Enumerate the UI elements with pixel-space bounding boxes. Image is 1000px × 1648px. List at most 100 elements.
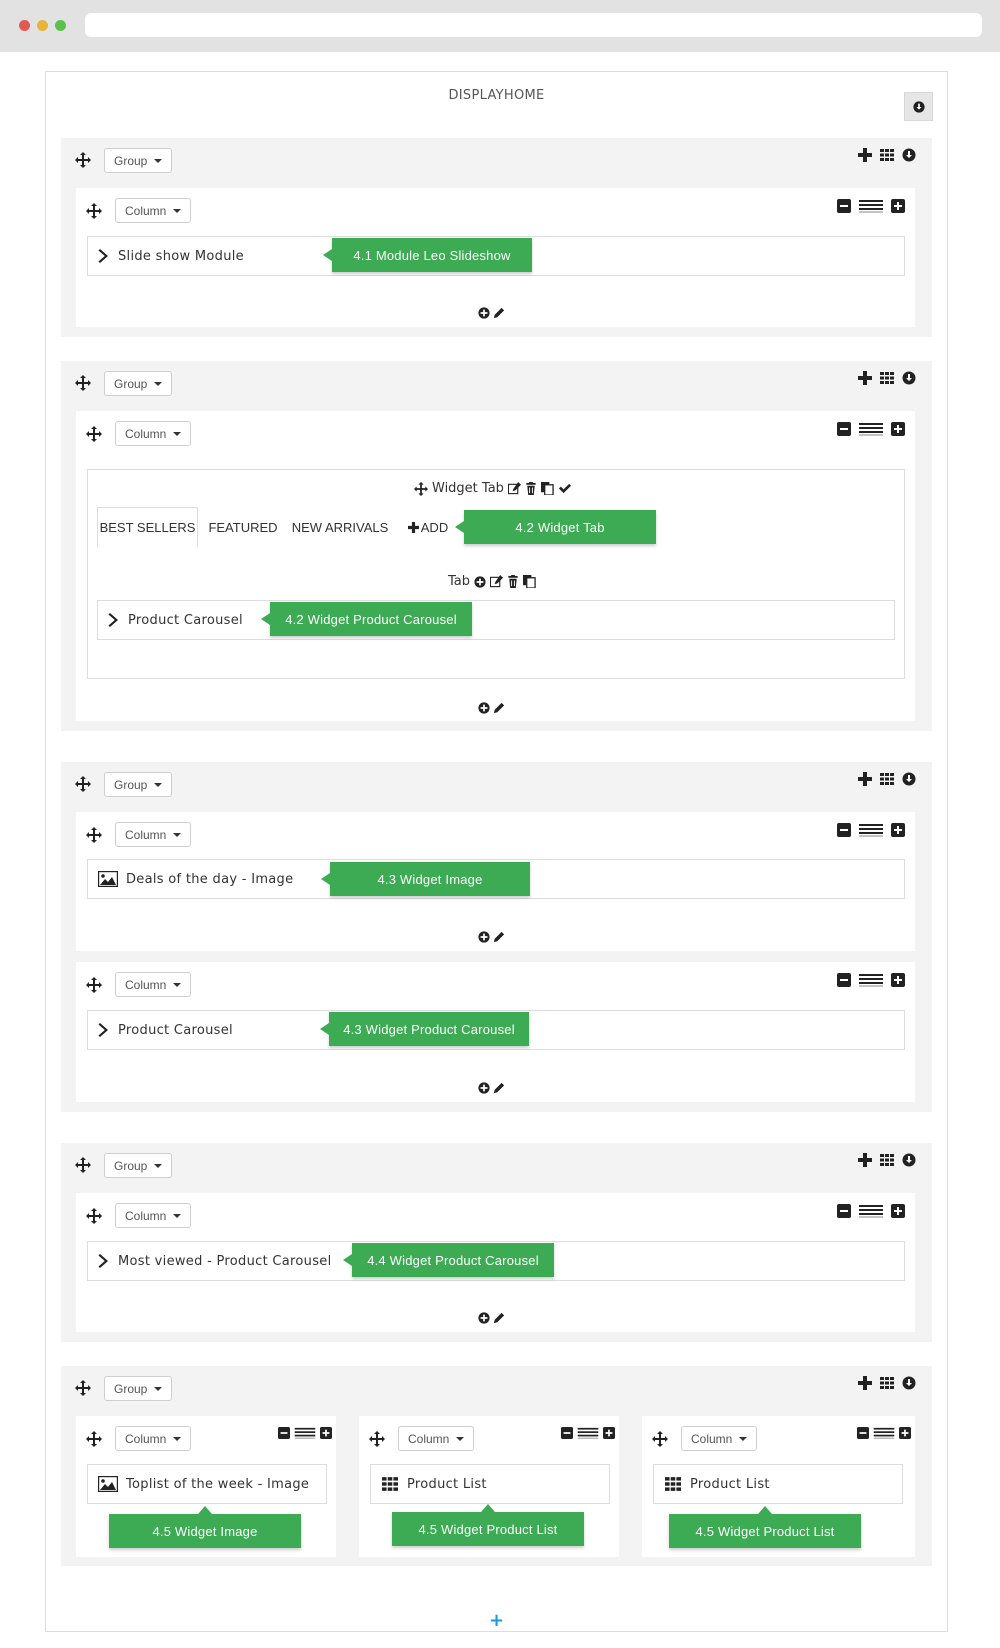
plus-square-icon[interactable]	[899, 1427, 911, 1439]
minus-square-icon[interactable]	[837, 422, 851, 436]
plus-icon[interactable]	[858, 1376, 872, 1390]
plus-square-icon[interactable]	[891, 973, 905, 987]
group-dropdown[interactable]: Group	[104, 148, 173, 173]
copy-icon[interactable]	[523, 575, 536, 588]
module-item[interactable]: Toplist of the week - Image	[87, 1464, 327, 1504]
move-arrows-icon[interactable]	[75, 1380, 91, 1396]
move-arrows-icon[interactable]	[75, 152, 91, 168]
column-dropdown[interactable]: Column	[115, 822, 192, 847]
lines-icon[interactable]	[859, 422, 883, 436]
minus-square-icon[interactable]	[837, 1204, 851, 1218]
column-dropdown[interactable]: Column	[115, 972, 192, 997]
group-toolbar	[858, 772, 916, 786]
trash-icon[interactable]	[507, 575, 519, 588]
plus-circle-icon[interactable]	[474, 576, 486, 588]
group-dropdown-label: Group	[114, 153, 148, 168]
move-arrows-icon[interactable]	[86, 827, 102, 843]
minus-square-icon[interactable]	[837, 823, 851, 837]
address-bar[interactable]	[85, 13, 982, 37]
plus-icon[interactable]	[858, 1153, 872, 1167]
minus-square-icon[interactable]	[561, 1427, 573, 1439]
plus-circle-icon[interactable]	[478, 702, 490, 714]
column-dropdown[interactable]: Column	[115, 198, 192, 223]
move-arrows-icon[interactable]	[75, 375, 91, 391]
column-dropdown[interactable]: Column	[115, 421, 192, 446]
lines-icon[interactable]	[577, 1427, 599, 1439]
move-arrows-icon[interactable]	[86, 977, 102, 993]
circle-down-icon[interactable]	[902, 148, 916, 162]
maximize-window-dot[interactable]	[55, 20, 66, 31]
group-dropdown[interactable]: Group	[104, 1376, 173, 1401]
module-item[interactable]: Product List	[653, 1464, 903, 1504]
grid-icon[interactable]	[880, 148, 894, 162]
circle-down-icon[interactable]	[902, 772, 916, 786]
lines-icon[interactable]	[859, 1204, 883, 1218]
copy-icon[interactable]	[541, 482, 554, 495]
plus-circle-icon[interactable]	[478, 1312, 490, 1324]
plus-icon[interactable]	[858, 772, 872, 786]
add-group-button[interactable]: +	[46, 1610, 947, 1631]
pencil-icon[interactable]	[493, 1312, 505, 1324]
minus-square-icon[interactable]	[837, 973, 851, 987]
plus-icon[interactable]	[858, 371, 872, 385]
plus-square-icon[interactable]	[891, 199, 905, 213]
circle-down-icon[interactable]	[902, 1153, 916, 1167]
trash-icon[interactable]	[525, 482, 537, 495]
close-window-dot[interactable]	[19, 20, 30, 31]
module-item[interactable]: Product Carousel	[97, 600, 895, 640]
tab-featured[interactable]: FEATURED	[200, 507, 286, 547]
plus-square-icon[interactable]	[891, 1204, 905, 1218]
plus-square-icon[interactable]	[891, 823, 905, 837]
move-arrows-icon[interactable]	[86, 203, 102, 219]
pencil-icon[interactable]	[493, 702, 505, 714]
lines-icon[interactable]	[859, 973, 883, 987]
pencil-icon[interactable]	[493, 931, 505, 943]
plus-circle-icon[interactable]	[478, 931, 490, 943]
grid-icon[interactable]	[880, 1376, 894, 1390]
group-dropdown[interactable]: Group	[104, 772, 173, 797]
column-dropdown[interactable]: Column	[681, 1426, 758, 1451]
group-dropdown[interactable]: Group	[104, 1153, 173, 1178]
plus-square-icon[interactable]	[603, 1427, 615, 1439]
move-arrows-icon[interactable]	[86, 1208, 102, 1224]
minus-square-icon[interactable]	[857, 1427, 869, 1439]
column-dropdown[interactable]: Column	[115, 1426, 192, 1451]
column-dropdown[interactable]: Column	[115, 1203, 192, 1228]
move-arrows-icon[interactable]	[414, 482, 428, 496]
circle-down-icon[interactable]	[902, 1376, 916, 1390]
hook-toggle-button[interactable]	[904, 92, 933, 121]
move-arrows-icon[interactable]	[369, 1431, 385, 1447]
edit-icon[interactable]	[508, 482, 521, 495]
move-arrows-icon[interactable]	[86, 426, 102, 442]
move-arrows-icon[interactable]	[652, 1431, 668, 1447]
move-arrows-icon[interactable]	[86, 1431, 102, 1447]
plus-square-icon[interactable]	[320, 1427, 332, 1439]
pencil-icon[interactable]	[493, 1082, 505, 1094]
grid-icon[interactable]	[880, 371, 894, 385]
module-item[interactable]: Product List	[370, 1464, 610, 1504]
edit-icon[interactable]	[490, 575, 503, 588]
check-icon[interactable]	[558, 482, 571, 495]
minus-square-icon[interactable]	[837, 199, 851, 213]
move-arrows-icon[interactable]	[75, 1157, 91, 1173]
column-dropdown[interactable]: Column	[398, 1426, 475, 1451]
plus-circle-icon[interactable]	[478, 307, 490, 319]
tab-new-arrivals[interactable]: NEW ARRIVALS	[288, 507, 392, 547]
plus-icon[interactable]	[858, 148, 872, 162]
move-arrows-icon[interactable]	[75, 776, 91, 792]
grid-icon[interactable]	[880, 772, 894, 786]
lines-icon[interactable]	[859, 823, 883, 837]
tab-add[interactable]: ADD	[400, 507, 456, 547]
lines-icon[interactable]	[873, 1427, 895, 1439]
minus-square-icon[interactable]	[278, 1427, 290, 1439]
group-dropdown[interactable]: Group	[104, 371, 173, 396]
plus-circle-icon[interactable]	[478, 1082, 490, 1094]
pencil-icon[interactable]	[493, 307, 505, 319]
tab-best-sellers[interactable]: BEST SELLERS	[97, 507, 198, 547]
minimize-window-dot[interactable]	[37, 20, 48, 31]
lines-icon[interactable]	[859, 199, 883, 213]
plus-square-icon[interactable]	[891, 422, 905, 436]
lines-icon[interactable]	[294, 1427, 316, 1439]
circle-down-icon[interactable]	[902, 371, 916, 385]
grid-icon[interactable]	[880, 1153, 894, 1167]
